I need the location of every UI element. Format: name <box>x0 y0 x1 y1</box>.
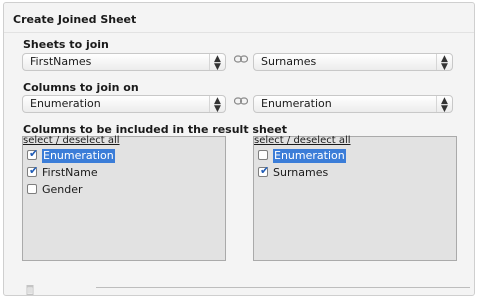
checkbox[interactable]: ✔ <box>258 164 270 177</box>
up-down-arrows-icon: ▲ ▼ <box>436 54 452 72</box>
right-column-select[interactable]: Enumeration ▲ ▼ <box>253 95 453 114</box>
checkbox[interactable]: ✔ <box>27 147 39 160</box>
up-down-arrows-icon: ▲ ▼ <box>209 96 225 114</box>
sheets-to-join-label: Sheets to join <box>23 38 109 51</box>
list-item-label: Enumeration <box>273 149 346 163</box>
link-icon <box>234 55 248 63</box>
checkbox[interactable]: ✔ <box>27 164 39 177</box>
right-columns-listbox[interactable]: select / deselect all Enumeration ✔ Surn… <box>253 135 457 261</box>
create-joined-sheet-dialog: Create Joined Sheet Sheets to join First… <box>3 2 475 296</box>
up-down-arrows-icon: ▲ ▼ <box>436 96 452 114</box>
left-sheet-value: FirstNames <box>30 55 92 68</box>
list-item-label: Enumeration <box>42 149 115 163</box>
trash-icon[interactable] <box>26 280 34 299</box>
right-column-value: Enumeration <box>261 97 332 110</box>
list-item-label: Gender <box>42 183 83 196</box>
left-select-deselect-all-link[interactable]: select / deselect all <box>23 135 120 146</box>
list-item-label: FirstName <box>42 166 98 179</box>
list-item-label: Surnames <box>273 166 329 179</box>
columns-to-join-label: Columns to join on <box>23 81 139 94</box>
checkmark-icon: ✔ <box>29 164 39 177</box>
title-divider <box>4 32 474 33</box>
checkbox[interactable] <box>27 184 37 194</box>
right-select-deselect-all-link[interactable]: select / deselect all <box>254 135 351 146</box>
right-sheet-select[interactable]: Surnames ▲ ▼ <box>253 53 453 72</box>
left-column-select[interactable]: Enumeration ▲ ▼ <box>22 95 226 114</box>
up-down-arrows-icon: ▲ ▼ <box>209 54 225 72</box>
checkbox[interactable] <box>258 150 268 160</box>
left-columns-listbox[interactable]: select / deselect all ✔ Enumeration ✔ Fi… <box>22 135 226 261</box>
left-sheet-select[interactable]: FirstNames ▲ ▼ <box>22 53 226 72</box>
bottom-divider <box>96 287 470 288</box>
link-icon <box>234 97 248 105</box>
checkmark-icon: ✔ <box>29 147 39 160</box>
left-column-value: Enumeration <box>30 97 101 110</box>
checkmark-icon: ✔ <box>260 164 270 177</box>
right-sheet-value: Surnames <box>261 55 317 68</box>
dialog-title: Create Joined Sheet <box>13 13 137 26</box>
